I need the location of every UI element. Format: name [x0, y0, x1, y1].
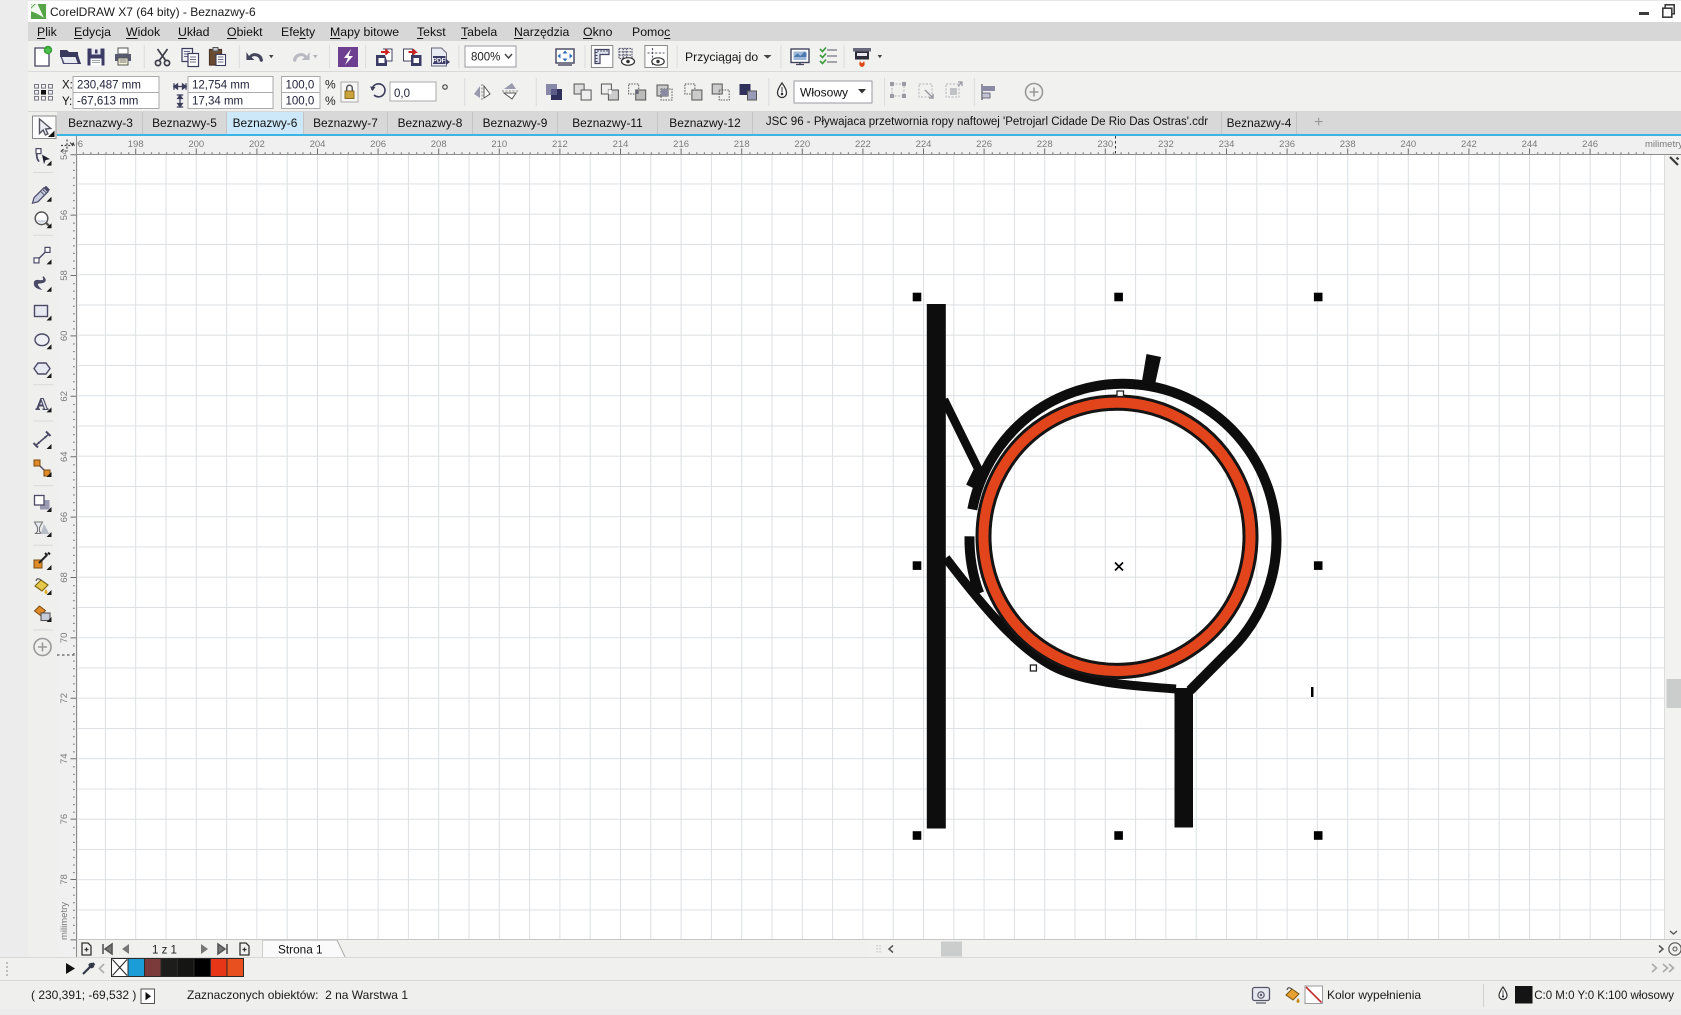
svg-text:Przyciągaj do: Przyciągaj do	[685, 50, 758, 64]
svg-text:220: 220	[794, 139, 810, 150]
svg-text:226: 226	[976, 139, 992, 150]
svg-text:1 z 1: 1 z 1	[152, 945, 177, 957]
svg-text:206: 206	[370, 139, 386, 150]
svg-text:204: 204	[310, 139, 326, 150]
svg-text:Kolor wypełnienia: Kolor wypełnienia	[1327, 988, 1421, 1002]
svg-text:62: 62	[59, 391, 70, 402]
svg-text:%: %	[325, 94, 336, 108]
svg-text:54: 54	[59, 149, 70, 160]
svg-text:232: 232	[1158, 139, 1174, 150]
svg-text:218: 218	[734, 139, 750, 150]
svg-text:milimetry: milimetry	[59, 902, 70, 940]
svg-text:212: 212	[552, 139, 568, 150]
svg-text:196: 196	[77, 139, 83, 150]
svg-text:%: %	[325, 78, 336, 92]
svg-text:Y:: Y:	[62, 96, 72, 108]
svg-text:224: 224	[916, 139, 932, 150]
svg-text:C:0 M:0 Y:0 K:100 włosowy: C:0 M:0 Y:0 K:100 włosowy	[1534, 990, 1674, 1002]
svg-text:60: 60	[59, 331, 70, 342]
svg-text:64: 64	[59, 451, 70, 462]
svg-text:100,0: 100,0	[286, 80, 315, 92]
svg-text:66: 66	[59, 512, 70, 523]
svg-text:208: 208	[431, 139, 447, 150]
svg-text:200: 200	[188, 139, 204, 150]
svg-text:76: 76	[59, 814, 70, 825]
svg-text:A: A	[36, 394, 49, 413]
svg-text:222: 222	[855, 139, 871, 150]
svg-text:242: 242	[1461, 139, 1477, 150]
svg-text:0,0: 0,0	[394, 88, 410, 100]
svg-text:58: 58	[59, 270, 70, 281]
svg-text:244: 244	[1522, 139, 1538, 150]
svg-text:100,0: 100,0	[286, 96, 315, 108]
svg-text:70: 70	[59, 633, 70, 644]
svg-text:238: 238	[1340, 139, 1356, 150]
svg-text:198: 198	[128, 139, 144, 150]
svg-text:800%: 800%	[471, 52, 500, 64]
svg-text:68: 68	[59, 572, 70, 583]
svg-text:56: 56	[59, 210, 70, 221]
svg-text:X:: X:	[62, 80, 73, 92]
svg-text:-67,613 mm: -67,613 mm	[77, 96, 138, 108]
svg-text:78: 78	[59, 874, 70, 885]
svg-text:202: 202	[249, 139, 265, 150]
svg-text:74: 74	[59, 753, 70, 764]
svg-text:Strona 1: Strona 1	[278, 943, 323, 957]
svg-text:236: 236	[1279, 139, 1295, 150]
svg-text:216: 216	[673, 139, 689, 150]
svg-text:12,754 mm: 12,754 mm	[192, 80, 250, 92]
svg-text:Zaznaczonych obiektów: 2 na W: Zaznaczonych obiektów: 2 na Warstwa 1	[187, 988, 408, 1002]
svg-text:214: 214	[613, 139, 629, 150]
svg-text:milimetry: milimetry	[1645, 139, 1681, 150]
svg-text:72: 72	[59, 693, 70, 704]
svg-text:234: 234	[1219, 139, 1235, 150]
svg-text:PDF: PDF	[433, 58, 446, 65]
svg-text:240: 240	[1400, 139, 1416, 150]
svg-text:Włosowy: Włosowy	[800, 86, 848, 100]
svg-text:( 230,391; -69,532 ): ( 230,391; -69,532 )	[31, 988, 136, 1002]
svg-text:17,34 mm: 17,34 mm	[192, 96, 243, 108]
svg-text:228: 228	[1037, 139, 1053, 150]
svg-text:230: 230	[1097, 139, 1113, 150]
svg-text:230,487 mm: 230,487 mm	[77, 80, 141, 92]
svg-text:246: 246	[1582, 139, 1598, 150]
svg-text:210: 210	[491, 139, 507, 150]
